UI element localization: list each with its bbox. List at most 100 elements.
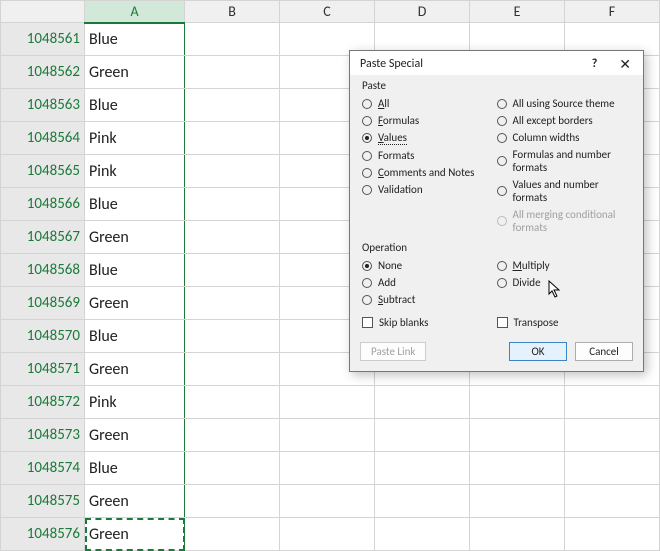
row-header[interactable]: 1048571 — [1, 353, 85, 386]
paste-option-values_num[interactable]: Values and number formats — [497, 177, 632, 205]
row-header[interactable]: 1048568 — [1, 254, 85, 287]
column-header-A[interactable]: A — [85, 1, 185, 23]
cell[interactable] — [185, 386, 280, 419]
cell[interactable]: Green — [85, 353, 185, 386]
paste-option-source_theme[interactable]: All using Source theme — [497, 96, 632, 111]
radio-icon — [362, 99, 372, 109]
cell[interactable] — [185, 188, 280, 221]
paste-option-comments[interactable]: Comments and Notes — [362, 165, 497, 180]
paste-option-formulas[interactable]: Formulas — [362, 113, 497, 128]
operation-option-none[interactable]: None — [362, 258, 497, 273]
cell[interactable] — [565, 386, 660, 419]
row-header[interactable]: 1048573 — [1, 419, 85, 452]
operation-option-divide[interactable]: Divide — [497, 275, 632, 290]
operation-option-multiply[interactable]: Multiply — [497, 258, 632, 273]
cell[interactable]: Pink — [85, 155, 185, 188]
cell[interactable] — [185, 56, 280, 89]
cell[interactable] — [185, 155, 280, 188]
row-header[interactable]: 1048561 — [1, 23, 85, 56]
cell[interactable] — [185, 122, 280, 155]
cell[interactable]: Green — [85, 485, 185, 518]
option-label: All — [378, 97, 389, 110]
column-header-B[interactable]: B — [185, 1, 280, 23]
checkbox-row: Skip blanks Transpose — [350, 309, 643, 334]
cell[interactable] — [470, 452, 565, 485]
cancel-button[interactable]: Cancel — [575, 342, 633, 361]
row-header[interactable]: 1048564 — [1, 122, 85, 155]
cell[interactable]: Blue — [85, 452, 185, 485]
help-button[interactable]: ? — [592, 57, 598, 71]
ok-button[interactable]: OK — [509, 342, 567, 361]
cell[interactable] — [565, 419, 660, 452]
row-header[interactable]: 1048565 — [1, 155, 85, 188]
skip-blanks-checkbox[interactable]: Skip blanks — [362, 315, 497, 330]
cell[interactable] — [470, 485, 565, 518]
cell[interactable] — [470, 419, 565, 452]
cell[interactable]: Pink — [85, 122, 185, 155]
cell[interactable] — [280, 386, 375, 419]
cell[interactable]: Blue — [85, 23, 185, 56]
cell[interactable] — [185, 452, 280, 485]
cell[interactable] — [375, 485, 470, 518]
cell[interactable] — [185, 353, 280, 386]
row-header[interactable]: 1048563 — [1, 89, 85, 122]
cell[interactable] — [185, 287, 280, 320]
cell[interactable] — [185, 221, 280, 254]
cell[interactable] — [280, 518, 375, 551]
paste-option-validation[interactable]: Validation — [362, 182, 497, 197]
cell[interactable] — [185, 518, 280, 551]
paste-option-formats[interactable]: Formats — [362, 148, 497, 163]
cell[interactable] — [185, 89, 280, 122]
cell[interactable] — [375, 452, 470, 485]
operation-option-add[interactable]: Add — [362, 275, 497, 290]
row-header[interactable]: 1048569 — [1, 287, 85, 320]
cell[interactable]: Blue — [85, 254, 185, 287]
row-header[interactable]: 1048574 — [1, 452, 85, 485]
cell[interactable] — [280, 485, 375, 518]
transpose-checkbox[interactable]: Transpose — [497, 315, 632, 330]
row-header[interactable]: 1048572 — [1, 386, 85, 419]
cell[interactable] — [185, 320, 280, 353]
cell[interactable] — [470, 386, 565, 419]
cell[interactable] — [375, 419, 470, 452]
cell[interactable]: Green — [85, 221, 185, 254]
paste-option-values[interactable]: Values — [362, 130, 497, 146]
cell[interactable] — [185, 485, 280, 518]
cell[interactable] — [280, 419, 375, 452]
row-header[interactable]: 1048576 — [1, 518, 85, 551]
cell[interactable] — [185, 254, 280, 287]
paste-option-col_widths[interactable]: Column widths — [497, 130, 632, 145]
cell[interactable] — [280, 452, 375, 485]
cell[interactable]: Blue — [85, 320, 185, 353]
cell[interactable]: Green — [85, 56, 185, 89]
cell[interactable]: Blue — [85, 89, 185, 122]
paste-option-formulas_num[interactable]: Formulas and number formats — [497, 147, 632, 175]
row-header[interactable]: 1048567 — [1, 221, 85, 254]
operation-option-subtract[interactable]: Subtract — [362, 292, 497, 307]
paste-option-except_borders[interactable]: All except borders — [497, 113, 632, 128]
column-header-C[interactable]: C — [280, 1, 375, 23]
cell[interactable]: Green — [85, 287, 185, 320]
cell[interactable]: Blue — [85, 188, 185, 221]
cell[interactable] — [565, 485, 660, 518]
cell[interactable] — [565, 518, 660, 551]
row-header[interactable]: 1048562 — [1, 56, 85, 89]
cell[interactable] — [375, 518, 470, 551]
cell[interactable] — [375, 386, 470, 419]
cell[interactable]: Pink — [85, 386, 185, 419]
row-header[interactable]: 1048566 — [1, 188, 85, 221]
close-button[interactable]: ✕ — [615, 57, 635, 71]
row-header[interactable]: 1048570 — [1, 320, 85, 353]
cell[interactable] — [185, 419, 280, 452]
column-header-E[interactable]: E — [470, 1, 565, 23]
select-all-corner[interactable] — [1, 1, 85, 23]
column-header-F[interactable]: F — [565, 1, 660, 23]
row-header[interactable]: 1048575 — [1, 485, 85, 518]
cell[interactable]: Green — [85, 419, 185, 452]
column-header-D[interactable]: D — [375, 1, 470, 23]
cell[interactable] — [470, 518, 565, 551]
cell[interactable]: Green — [85, 518, 185, 551]
cell[interactable] — [565, 452, 660, 485]
cell[interactable] — [185, 23, 280, 56]
paste-option-all[interactable]: All — [362, 96, 497, 111]
